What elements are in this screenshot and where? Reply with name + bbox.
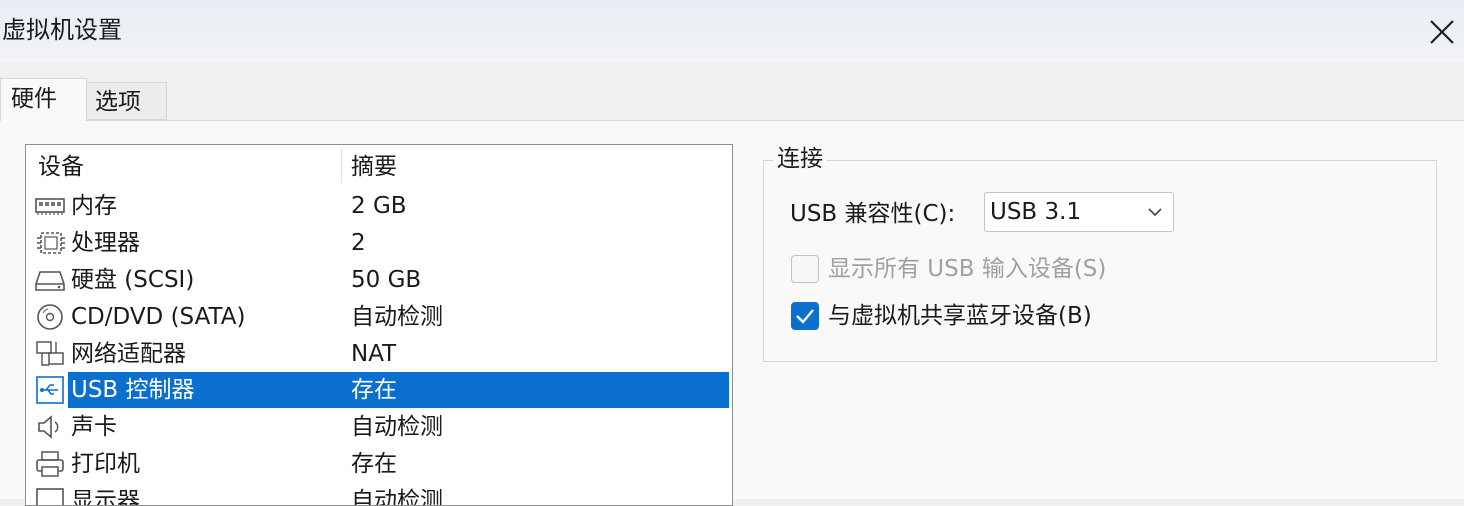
- device-name: 显示器: [71, 488, 140, 506]
- device-summary: 自动检测: [351, 488, 443, 506]
- share-bluetooth-label: 与虚拟机共享蓝牙设备(B): [828, 303, 1092, 329]
- device-row-usb-controller[interactable]: USB 控制器 存在: [26, 372, 732, 408]
- window-title: 虚拟机设置: [2, 16, 122, 44]
- share-bluetooth-checkbox[interactable]: [791, 302, 819, 330]
- network-adapter-icon: [36, 341, 64, 366]
- connection-group-title: 连接: [773, 143, 827, 175]
- show-all-usb-checkbox[interactable]: [791, 255, 819, 283]
- device-summary: 存在: [351, 451, 397, 477]
- usb-compatibility-value: USB 3.1: [990, 199, 1082, 225]
- device-name: 声卡: [71, 414, 117, 440]
- device-summary: 50 GB: [351, 267, 422, 293]
- column-divider[interactable]: [341, 149, 342, 183]
- device-list-header: 设备 摘要: [26, 145, 732, 185]
- device-name: 内存: [71, 193, 117, 219]
- checkmark-icon: [796, 309, 814, 324]
- device-name: 硬盘 (SCSI): [71, 267, 195, 293]
- close-icon[interactable]: [1424, 14, 1460, 50]
- show-all-usb-label: 显示所有 USB 输入设备(S): [828, 256, 1107, 282]
- device-summary: 存在: [351, 377, 397, 403]
- tab-options[interactable]: 选项: [87, 82, 167, 120]
- device-summary: 2: [351, 230, 366, 256]
- printer-icon: [36, 451, 64, 477]
- device-name: 网络适配器: [71, 341, 186, 367]
- device-row-cd-dvd[interactable]: CD/DVD (SATA) 自动检测: [26, 299, 732, 335]
- tab-bar: 硬件 选项: [0, 78, 1464, 121]
- hard-disk-icon: [35, 271, 65, 291]
- display-icon: [36, 488, 64, 505]
- device-row-memory[interactable]: 内存 2 GB: [26, 188, 732, 224]
- device-row-hard-disk[interactable]: 硬盘 (SCSI) 50 GB: [26, 262, 732, 298]
- column-header-summary[interactable]: 摘要: [351, 151, 397, 183]
- device-list[interactable]: 设备 摘要 内存 2 GB 处理器 2 硬盘 (SCSI) 50 GB CD/D…: [25, 144, 733, 506]
- chevron-down-icon: [1148, 208, 1162, 217]
- device-row-display[interactable]: 显示器 自动检测: [26, 483, 732, 506]
- device-row-sound-card[interactable]: 声卡 自动检测: [26, 409, 732, 445]
- device-name: 处理器: [71, 230, 140, 256]
- device-row-network-adapter[interactable]: 网络适配器 NAT: [26, 336, 732, 372]
- device-row-printer[interactable]: 打印机 存在: [26, 446, 732, 482]
- tab-hardware[interactable]: 硬件: [0, 78, 87, 121]
- usb-icon: [36, 376, 64, 404]
- memory-icon: [35, 198, 65, 215]
- device-summary: NAT: [351, 341, 397, 367]
- cd-dvd-icon: [37, 304, 63, 330]
- device-summary: 2 GB: [351, 193, 407, 219]
- speaker-icon: [38, 415, 59, 439]
- device-name: 打印机: [71, 451, 140, 477]
- usb-compatibility-select[interactable]: USB 3.1: [984, 192, 1174, 232]
- column-header-device[interactable]: 设备: [38, 151, 84, 183]
- device-summary: 自动检测: [351, 414, 443, 440]
- device-name: USB 控制器: [71, 377, 195, 403]
- usb-compatibility-label: USB 兼容性(C):: [790, 201, 956, 227]
- device-name: CD/DVD (SATA): [71, 304, 246, 330]
- processor-icon: [37, 232, 65, 254]
- device-row-processor[interactable]: 处理器 2: [26, 225, 732, 261]
- title-bar: 虚拟机设置: [0, 0, 1464, 62]
- device-summary: 自动检测: [351, 304, 443, 330]
